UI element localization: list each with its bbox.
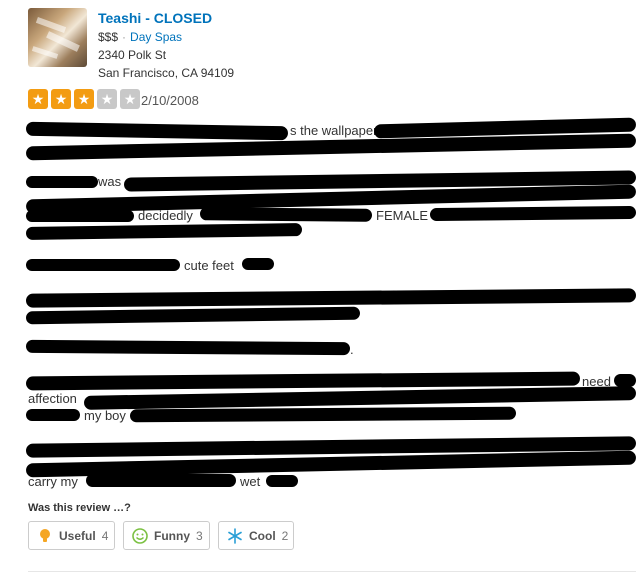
- lightbulb-icon: [37, 528, 53, 544]
- redaction-bar: [25, 121, 289, 141]
- star-icon: ★: [120, 89, 140, 109]
- text-fragment: decidedly: [138, 208, 193, 223]
- star-icon: ★: [51, 89, 71, 109]
- review-feedback-prompt: Was this review …?: [28, 502, 131, 514]
- star-rating: ★ ★ ★ ★ ★: [28, 89, 140, 109]
- redaction-bar: [26, 409, 80, 421]
- redaction-bar: [25, 306, 361, 325]
- redaction-bar: [25, 288, 636, 308]
- text-fragment: s the wallpaper.: [290, 123, 381, 138]
- redaction-bar: [129, 406, 517, 423]
- text-fragment: wet: [240, 474, 261, 489]
- redaction-bar: [199, 207, 373, 222]
- cool-button[interactable]: Cool 2: [218, 521, 294, 550]
- redaction-bar: [614, 374, 636, 387]
- useful-button[interactable]: Useful 4: [28, 521, 115, 550]
- redaction-bar: [429, 205, 636, 222]
- text-fragment: .: [350, 342, 354, 357]
- star-icon: ★: [97, 89, 117, 109]
- useful-count: 4: [101, 528, 109, 543]
- redaction-bar: [25, 223, 303, 240]
- funny-label: Funny: [154, 528, 190, 543]
- redaction-bar: [83, 386, 636, 410]
- price-category-line: $$$ · Day Spas: [98, 30, 182, 44]
- text-fragment: affection: [28, 391, 77, 406]
- snowflake-icon: [227, 527, 243, 544]
- separator-dot: ·: [122, 30, 127, 44]
- redaction-bar: [25, 339, 351, 356]
- redaction-bar: [86, 474, 236, 487]
- address-line-1: 2340 Polk St: [98, 48, 167, 62]
- category-link[interactable]: Day Spas: [130, 30, 182, 44]
- text-fragment: carry my: [28, 474, 78, 489]
- smiley-icon: [132, 527, 148, 544]
- redaction-bar: [26, 210, 134, 222]
- redaction-bar: [266, 475, 298, 487]
- text-fragment: my boy: [84, 408, 126, 423]
- cool-label: Cool: [249, 528, 276, 543]
- redaction-bar: [242, 258, 274, 270]
- text-fragment: FEMALE: [376, 208, 429, 223]
- divider: [28, 571, 636, 572]
- funny-count: 3: [196, 528, 203, 543]
- redaction-bar: [26, 176, 98, 188]
- address-line-2: San Francisco, CA 94109: [98, 66, 235, 80]
- price-range: $$$: [98, 30, 119, 44]
- star-icon: ★: [74, 89, 94, 109]
- review-date: 2/10/2008: [141, 93, 199, 108]
- text-fragment: cute feet: [184, 258, 234, 273]
- redaction-bar: [25, 371, 581, 391]
- redaction-bar: [26, 259, 180, 271]
- cool-count: 2: [281, 528, 289, 543]
- business-name-link[interactable]: Teashi - CLOSED: [98, 10, 212, 26]
- star-icon: ★: [28, 89, 48, 109]
- useful-label: Useful: [59, 528, 96, 543]
- business-photo[interactable]: [28, 8, 87, 67]
- text-fragment: was: [98, 174, 122, 189]
- funny-button[interactable]: Funny 3: [123, 521, 210, 550]
